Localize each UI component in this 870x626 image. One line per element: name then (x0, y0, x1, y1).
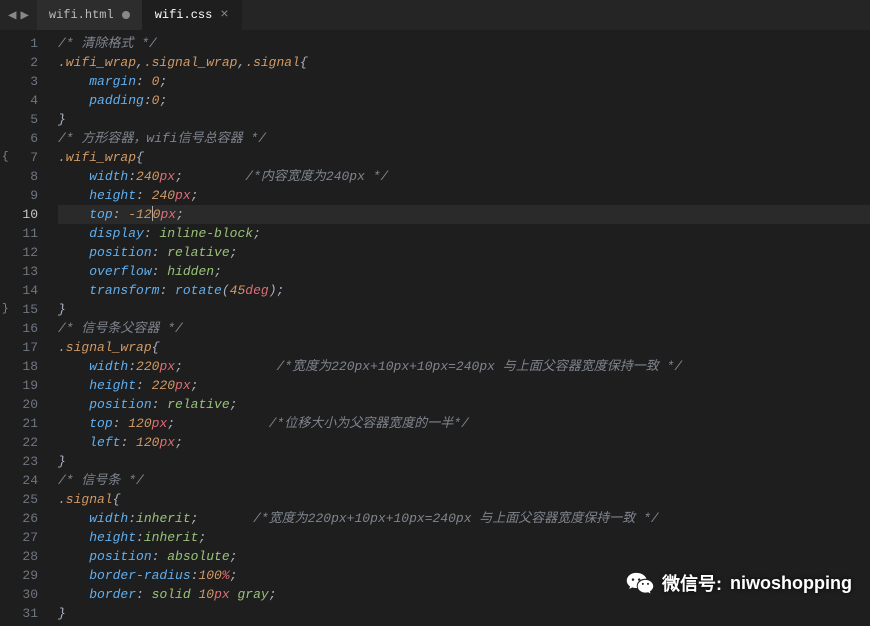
code-area[interactable]: /* 清除格式 */.wifi_wrap,.signal_wrap,.signa… (50, 30, 870, 626)
fold-open-icon[interactable]: { (2, 148, 9, 167)
code-line[interactable]: top: 120px; /*位移大小为父容器宽度的一半*/ (58, 414, 870, 433)
code-line[interactable]: /* 清除格式 */ (58, 34, 870, 53)
line-number-gutter: 123456{7891011121314}1516171819202122232… (0, 30, 50, 626)
code-line[interactable]: } (58, 452, 870, 471)
wechat-icon (626, 571, 654, 595)
tab-label: wifi.html (49, 8, 114, 22)
fold-close-icon[interactable]: } (2, 300, 9, 319)
code-line[interactable]: height:inherit; (58, 528, 870, 547)
line-number[interactable]: 9 (0, 186, 38, 205)
line-number[interactable]: 27 (0, 528, 38, 547)
tab-bar: ◀ ▶ wifi.html wifi.css × (0, 0, 870, 30)
code-line[interactable]: height: 220px; (58, 376, 870, 395)
code-line[interactable]: /* 信号条 */ (58, 471, 870, 490)
code-line[interactable]: /* 信号条父容器 */ (58, 319, 870, 338)
line-number[interactable]: 8 (0, 167, 38, 186)
line-number[interactable]: 30 (0, 585, 38, 604)
line-number[interactable]: 23 (0, 452, 38, 471)
code-line[interactable]: position: relative; (58, 243, 870, 262)
tab-label: wifi.css (155, 8, 213, 22)
line-number[interactable]: 2 (0, 53, 38, 72)
watermark-prefix: 微信号: (662, 570, 722, 596)
line-number[interactable]: }15 (0, 300, 38, 319)
code-line[interactable]: width:inherit; /*宽度为220px+10px+10px=240p… (58, 509, 870, 528)
nav-back-icon[interactable]: ◀ (8, 7, 16, 24)
code-line[interactable]: .signal_wrap{ (58, 338, 870, 357)
code-line[interactable]: top: -120px; (58, 205, 870, 224)
line-number[interactable]: 19 (0, 376, 38, 395)
watermark: 微信号: niwoshopping (626, 570, 852, 596)
code-line[interactable]: overflow: hidden; (58, 262, 870, 281)
line-number[interactable]: 26 (0, 509, 38, 528)
modified-dot-icon (122, 11, 130, 19)
code-line[interactable]: width:220px; /*宽度为220px+10px+10px=240px … (58, 357, 870, 376)
line-number[interactable]: 28 (0, 547, 38, 566)
tab-wifi-html[interactable]: wifi.html (37, 0, 143, 30)
code-line[interactable]: display: inline-block; (58, 224, 870, 243)
code-line[interactable]: width:240px; /*内容宽度为240px */ (58, 167, 870, 186)
code-line[interactable]: margin: 0; (58, 72, 870, 91)
nav-forward-icon[interactable]: ▶ (20, 7, 28, 24)
line-number[interactable]: 20 (0, 395, 38, 414)
line-number[interactable]: 22 (0, 433, 38, 452)
line-number[interactable]: 10 (0, 205, 38, 224)
code-line[interactable]: position: relative; (58, 395, 870, 414)
line-number[interactable]: 6 (0, 129, 38, 148)
close-icon[interactable]: × (220, 8, 228, 22)
code-line[interactable]: .wifi_wrap{ (58, 148, 870, 167)
code-line[interactable]: left: 120px; (58, 433, 870, 452)
code-line[interactable]: } (58, 604, 870, 623)
watermark-id: niwoshopping (730, 573, 852, 594)
line-number[interactable]: {7 (0, 148, 38, 167)
line-number[interactable]: 18 (0, 357, 38, 376)
line-number[interactable]: 1 (0, 34, 38, 53)
nav-arrows: ◀ ▶ (0, 7, 37, 24)
line-number[interactable]: 3 (0, 72, 38, 91)
line-number[interactable]: 14 (0, 281, 38, 300)
line-number[interactable]: 11 (0, 224, 38, 243)
line-number[interactable]: 13 (0, 262, 38, 281)
line-number[interactable]: 25 (0, 490, 38, 509)
editor: 123456{7891011121314}1516171819202122232… (0, 30, 870, 626)
code-line[interactable]: } (58, 300, 870, 319)
code-line[interactable]: /* 方形容器，wifi信号总容器 */ (58, 129, 870, 148)
line-number[interactable]: 21 (0, 414, 38, 433)
code-line[interactable]: padding:0; (58, 91, 870, 110)
code-line[interactable]: .wifi_wrap,.signal_wrap,.signal{ (58, 53, 870, 72)
line-number[interactable]: 29 (0, 566, 38, 585)
code-line[interactable]: transform: rotate(45deg); (58, 281, 870, 300)
code-line[interactable]: position: absolute; (58, 547, 870, 566)
line-number[interactable]: 5 (0, 110, 38, 129)
line-number[interactable]: 24 (0, 471, 38, 490)
code-line[interactable]: .signal{ (58, 490, 870, 509)
line-number[interactable]: 4 (0, 91, 38, 110)
code-line[interactable]: height: 240px; (58, 186, 870, 205)
line-number[interactable]: 31 (0, 604, 38, 623)
line-number[interactable]: 16 (0, 319, 38, 338)
line-number[interactable]: 17 (0, 338, 38, 357)
code-line[interactable]: } (58, 110, 870, 129)
tab-wifi-css[interactable]: wifi.css × (143, 0, 242, 30)
line-number[interactable]: 12 (0, 243, 38, 262)
